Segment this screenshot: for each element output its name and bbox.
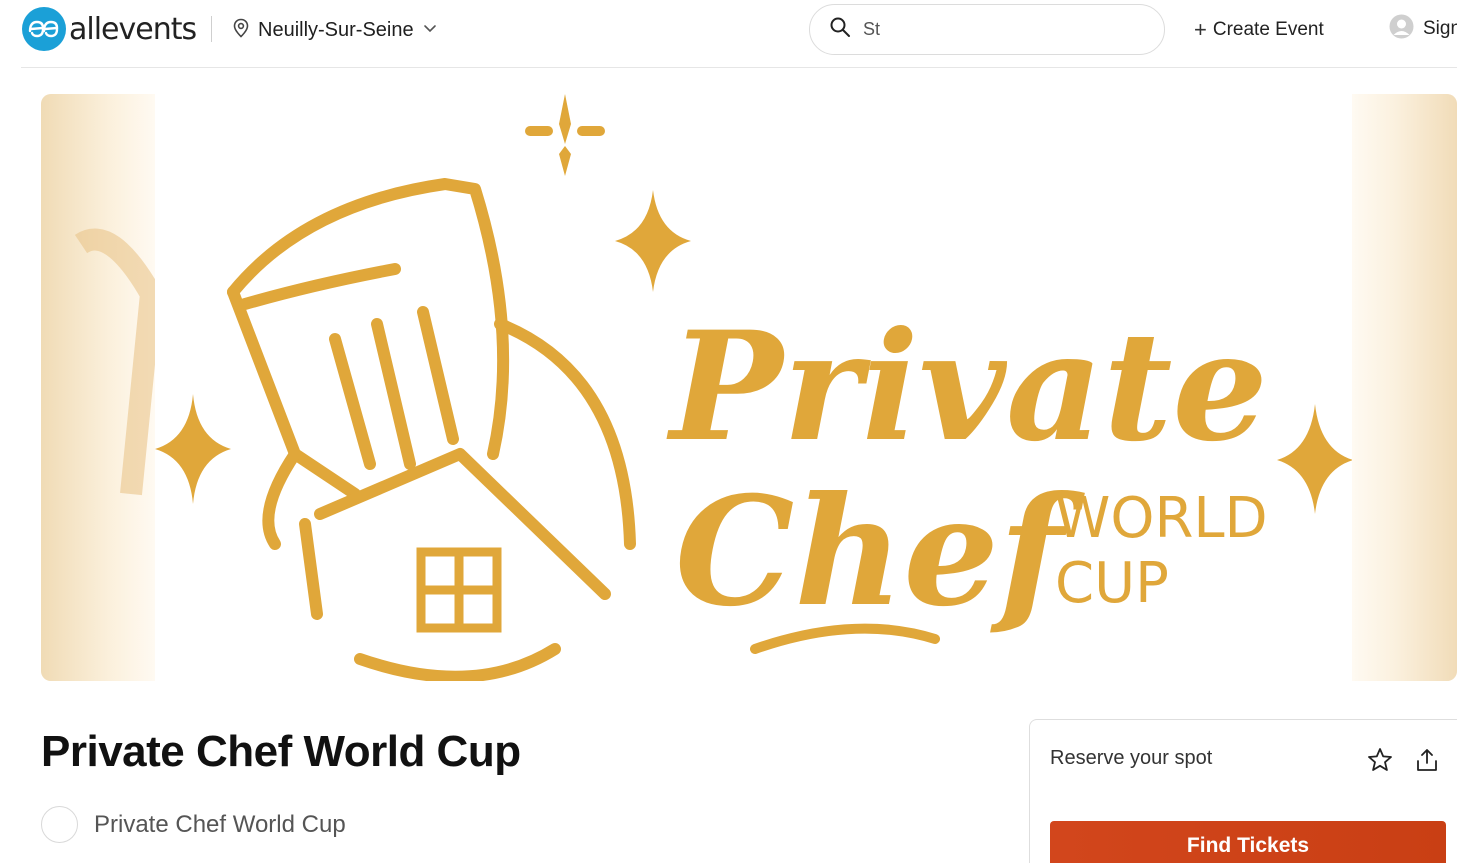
header-divider xyxy=(211,16,212,42)
allevents-logo[interactable]: allevents xyxy=(22,6,197,52)
location-pin-icon xyxy=(232,18,250,43)
create-event-label: Create Event xyxy=(1212,19,1324,40)
header-rule xyxy=(21,67,1457,68)
reserve-card: Reserve your spot Find Tickets xyxy=(1029,719,1457,863)
top-nav: allevents Neuilly-Sur-Seine + Create Eve… xyxy=(0,0,1457,68)
user-icon xyxy=(1389,14,1414,44)
event-banner: Private Chef WORLD CUP xyxy=(41,94,1457,681)
svg-text:Chef: Chef xyxy=(675,464,1085,640)
reserve-label: Reserve your spot xyxy=(1050,747,1213,769)
organizer-avatar xyxy=(41,806,78,843)
sign-in-button[interactable]: Sign in xyxy=(1389,14,1457,44)
create-event-button[interactable]: + Create Event xyxy=(1194,16,1324,44)
chevron-down-icon xyxy=(422,20,438,41)
banner-blur-left xyxy=(41,94,163,681)
logo-text: allevents xyxy=(69,11,197,47)
sign-in-label: Sign in xyxy=(1423,18,1457,39)
svg-text:WORLD: WORLD xyxy=(1055,486,1268,551)
plus-icon: + xyxy=(1194,17,1207,42)
svg-text:Private: Private xyxy=(666,299,1268,475)
svg-text:CUP: CUP xyxy=(1055,551,1169,616)
share-icon[interactable] xyxy=(1413,746,1441,774)
private-chef-world-cup-logo: Private Chef WORLD CUP xyxy=(155,94,1353,681)
organizer-link[interactable]: Private Chef World Cup xyxy=(41,806,346,843)
star-icon[interactable] xyxy=(1366,746,1394,774)
search-bar[interactable] xyxy=(809,4,1165,55)
search-icon xyxy=(829,16,851,43)
location-label: Neuilly-Sur-Seine xyxy=(258,18,414,41)
event-title: Private Chef World Cup xyxy=(41,727,521,776)
location-selector[interactable]: Neuilly-Sur-Seine xyxy=(232,15,438,45)
organizer-name: Private Chef World Cup xyxy=(94,810,346,838)
banner-blur-right xyxy=(1352,94,1457,681)
find-tickets-button[interactable]: Find Tickets xyxy=(1050,821,1446,863)
allevents-logo-mark xyxy=(22,7,66,51)
search-input[interactable] xyxy=(863,19,1143,40)
